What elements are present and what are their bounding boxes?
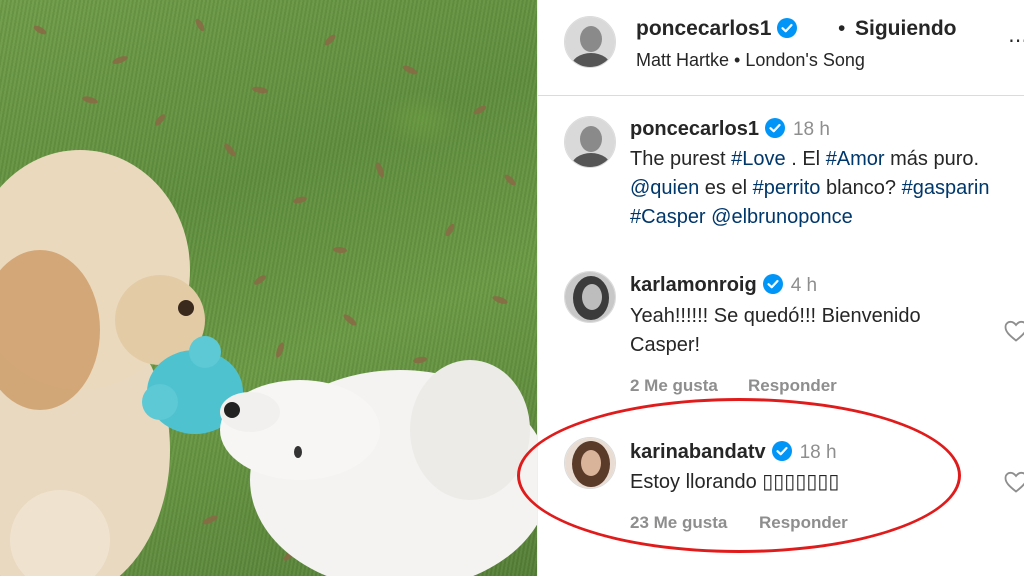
highlight-circle	[517, 398, 961, 553]
verified-badge-icon	[764, 118, 785, 143]
post-photo[interactable]	[0, 0, 537, 576]
caption-text-segment: más puro.	[884, 148, 980, 170]
hashtag-link[interactable]: #Casper	[630, 206, 706, 228]
caption-text-segment: . El	[785, 148, 826, 170]
author-username[interactable]: poncecarlos1	[636, 17, 771, 40]
comment-text: Yeah!!!!!! Se quedó!!! Bienvenido Casper…	[630, 305, 921, 356]
comment-likes[interactable]: 2 Me gusta	[630, 376, 718, 396]
more-options-icon[interactable]: ⋯	[1008, 28, 1024, 53]
hashtag-link[interactable]: #gasparin	[902, 177, 990, 199]
man-portrait-icon	[565, 117, 615, 167]
caption-text: The purest #Love . El #Amor más puro. @q…	[630, 145, 1005, 232]
heart-icon[interactable]	[1004, 320, 1024, 347]
reply-button[interactable]: Responder	[748, 376, 837, 396]
verified-badge-icon	[777, 18, 798, 44]
dogs-playing-illustration	[0, 18, 537, 576]
hashtag-link[interactable]: #Amor	[826, 148, 885, 170]
comment-time: 4 h	[790, 275, 818, 296]
caption-text-segment: blanco?	[820, 177, 902, 199]
caption-username[interactable]: poncecarlos1	[630, 118, 759, 140]
post-header: poncecarlos1 • Siguiendo Matt Hartke • L…	[538, 0, 1024, 96]
caption-text-segment: The purest	[630, 148, 732, 170]
mention-link[interactable]: @elbrunoponce	[711, 206, 853, 228]
woman-portrait-icon	[565, 272, 615, 322]
heart-icon[interactable]	[1004, 471, 1024, 498]
man-portrait-icon	[565, 17, 615, 67]
commenter-username[interactable]: karlamonroig	[630, 274, 757, 296]
verified-badge-icon	[762, 274, 783, 299]
hashtag-link[interactable]: #perrito	[753, 177, 821, 199]
author-avatar[interactable]	[564, 16, 616, 68]
following-button[interactable]: Siguiendo	[855, 17, 957, 41]
commenter-avatar[interactable]	[564, 271, 616, 323]
caption-avatar[interactable]	[564, 116, 616, 168]
hashtag-link[interactable]: #Love	[731, 148, 786, 170]
audio-attribution[interactable]: Matt Hartke • London's Song	[636, 50, 865, 71]
caption-time: 18 h	[792, 119, 830, 140]
caption-text-segment: es el	[699, 177, 753, 199]
mention-link[interactable]: @quien	[630, 177, 699, 199]
header-separator: •	[838, 17, 846, 40]
white-puppy	[220, 360, 537, 576]
